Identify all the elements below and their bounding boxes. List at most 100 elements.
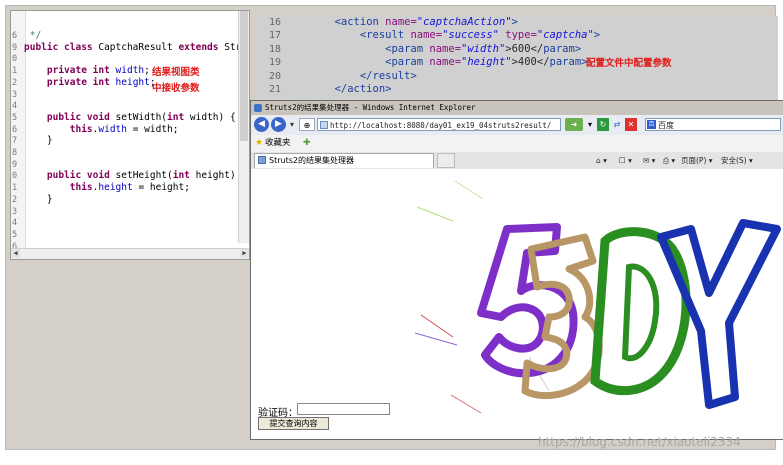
- code-token: int: [167, 111, 190, 123]
- baidu-icon: 百: [647, 120, 656, 129]
- refresh-icon[interactable]: ↻: [597, 118, 609, 131]
- line-number: 17: [269, 30, 282, 42]
- ie-title-bar: Struts2的结果集处理器 - Windows Internet Explor…: [251, 101, 783, 115]
- line-number: 0: [12, 54, 18, 65]
- submit-button[interactable]: 提交查询内容: [258, 417, 329, 430]
- back-arrow-icon[interactable]: ◀: [254, 117, 269, 132]
- code-token: >: [410, 69, 417, 82]
- code-token: = width;: [127, 123, 179, 135]
- line-number: 1: [12, 183, 18, 194]
- code-token: param: [549, 56, 582, 69]
- line-number: 0: [12, 171, 18, 182]
- scroll-left-icon[interactable]: ◀: [11, 249, 20, 258]
- code-token: "captchaAction": [416, 16, 512, 28]
- line-number: 1: [12, 66, 18, 77]
- code-token: </: [284, 69, 373, 82]
- ie-window-title: Struts2的结果集处理器 - Windows Internet Explor…: [265, 103, 476, 112]
- code-token: public class: [24, 41, 99, 53]
- code-token: >: [574, 42, 582, 55]
- code-token: public void: [46, 170, 116, 182]
- favorites-button[interactable]: 收藏夹: [265, 135, 291, 152]
- code-token: >600</: [505, 42, 544, 55]
- java-code-line: 3: [11, 206, 24, 218]
- stop-icon[interactable]: ✕: [625, 118, 637, 131]
- line-number: 19: [269, 57, 282, 69]
- forward-arrow-icon[interactable]: ▶: [271, 117, 286, 132]
- address-bar[interactable]: http://localhost:8080/day01_ex19_04strut…: [317, 118, 561, 131]
- vertical-scrollbar[interactable]: [238, 11, 249, 243]
- xml-editor[interactable]: 16 <action name="captchaAction"> 17 <resu…: [256, 16, 778, 102]
- line-number: 16: [269, 17, 282, 28]
- line-number: 20: [269, 70, 282, 82]
- code-token: private int: [46, 76, 116, 88]
- captcha-char-5: [477, 223, 578, 378]
- watermark: https://blog.csdn.net/xiaoteli2334: [538, 435, 741, 449]
- code-token: }: [24, 135, 53, 147]
- rss-icon[interactable]: ⇄: [611, 118, 623, 131]
- page-content: 验证码： 提交查询内容: [251, 169, 783, 439]
- line-number: 4: [12, 218, 18, 229]
- ie-navigation-bar: ◀ ▶ ▾ ⊕ http://localhost:8080/day01_ex19…: [251, 115, 783, 135]
- compat-view-icon[interactable]: ⊕: [299, 118, 315, 131]
- code-token: action: [347, 83, 386, 95]
- line-number: 4: [12, 101, 18, 112]
- page-icon: [320, 121, 328, 129]
- go-dropdown-icon[interactable]: ▾: [585, 118, 595, 131]
- code-token: result: [366, 29, 411, 42]
- history-dropdown-icon[interactable]: ▾: [288, 118, 296, 131]
- code-token: ;: [144, 65, 150, 77]
- code-token: <: [284, 29, 367, 42]
- java-note-line1: 结果视图类: [152, 67, 200, 78]
- line-number: 9: [12, 42, 18, 53]
- captcha-image[interactable]: [399, 167, 783, 432]
- line-number: 21: [269, 84, 282, 95]
- captcha-input[interactable]: [297, 403, 390, 415]
- star-icon: ★: [255, 138, 264, 148]
- java-code-line: 6 this.width = width;: [11, 124, 178, 136]
- code-token: param: [391, 56, 430, 69]
- code-token: result: [372, 69, 411, 82]
- search-provider-text: 百度: [658, 121, 674, 130]
- noise-line: [416, 206, 454, 222]
- captcha-glyph-5: [477, 223, 578, 378]
- java-editor[interactable]: 6 */9 public class CaptchaResult extends …: [10, 10, 250, 260]
- search-box[interactable]: 百 百度: [645, 118, 781, 131]
- new-tab-button[interactable]: [437, 153, 455, 168]
- line-number: 3: [12, 89, 18, 100]
- add-favorite-icon[interactable]: ✚: [303, 135, 311, 152]
- go-icon[interactable]: ➜: [565, 118, 583, 131]
- java-code-line: 1 this.height = height;: [11, 182, 190, 194]
- code-token: this: [69, 123, 93, 135]
- code-token: >: [593, 29, 601, 42]
- xml-code-line: 17 <result name="success" type="captcha"…: [256, 29, 600, 42]
- code-token: CaptchaResult: [98, 41, 179, 53]
- code-token: "width": [461, 42, 506, 55]
- tab-title: Struts2的结果集处理器: [269, 156, 354, 165]
- code-token: <: [284, 56, 392, 69]
- code-token: private int: [46, 65, 116, 77]
- scroll-thumb[interactable]: [240, 11, 248, 141]
- code-token: name=: [410, 29, 443, 42]
- code-token: >400</: [511, 56, 550, 69]
- code-token: public void: [46, 111, 116, 123]
- code-token: width: [98, 123, 127, 135]
- line-number: 9: [12, 159, 18, 170]
- code-token: name=: [429, 56, 462, 69]
- line-number: 6: [12, 31, 18, 41]
- code-token: height: [115, 76, 150, 88]
- horizontal-scrollbar[interactable]: ◀ ▶: [11, 248, 249, 259]
- favorites-bar: ★ 收藏夹 ✚: [251, 135, 783, 153]
- tab-current[interactable]: Struts2的结果集处理器: [254, 153, 434, 168]
- noise-line: [450, 394, 482, 414]
- java-code-line: 2 }: [11, 194, 53, 206]
- scroll-right-icon[interactable]: ▶: [240, 249, 249, 258]
- noise-line: [414, 332, 458, 346]
- xml-code-line: 21 </action>: [256, 83, 391, 96]
- java-code-line: 3: [11, 89, 24, 101]
- line-number: 6: [12, 124, 18, 135]
- address-text: http://localhost:8080/day01_ex19_04strut…: [330, 121, 552, 130]
- line-number: 5: [12, 229, 18, 240]
- xml-code-line: 18 <param name="width">600</param>: [256, 43, 581, 56]
